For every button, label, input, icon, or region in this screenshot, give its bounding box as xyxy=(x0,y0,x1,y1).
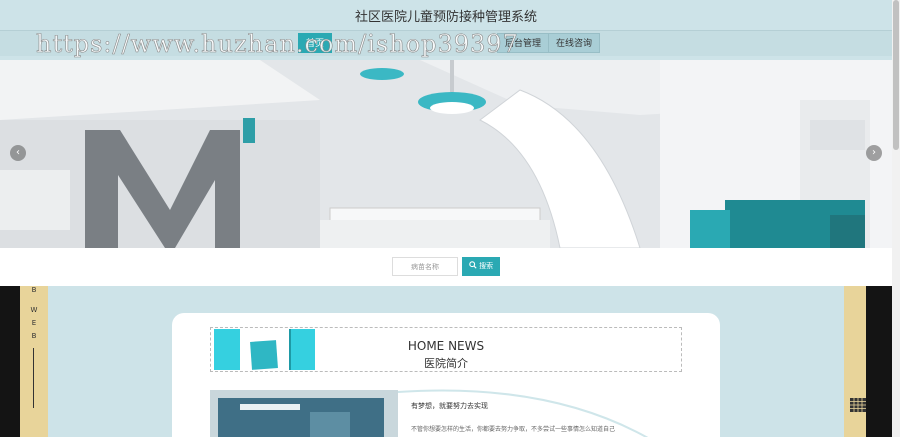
news-title: HOME NEWS xyxy=(407,339,485,353)
grid-icon xyxy=(850,398,866,412)
nav-item-consult[interactable]: 在线咨询 xyxy=(548,33,601,53)
chevron-left-icon: ‹ xyxy=(16,147,20,158)
search-button-label: 搜索 xyxy=(479,262,494,270)
side-letter: E xyxy=(31,319,37,327)
side-letter: B xyxy=(31,286,37,294)
side-letter: W xyxy=(30,306,38,314)
intro-heading: 有梦想，就要努力去实现 xyxy=(411,402,488,410)
site-title: 社区医院儿童预防接种管理系统 xyxy=(354,10,537,25)
search-icon xyxy=(469,261,477,269)
banner-carousel[interactable]: ‹ › xyxy=(0,60,892,248)
page: 社区医院儿童预防接种管理系统 首页 后台管理 在线咨询 https://www.… xyxy=(0,0,900,437)
nav-bar: 首页 后台管理 在线咨询 xyxy=(0,30,892,56)
banner-image xyxy=(0,60,892,248)
banner-next-button[interactable]: › xyxy=(866,145,882,161)
chevron-right-icon: › xyxy=(872,147,876,158)
search-button[interactable]: 搜索 xyxy=(462,257,500,276)
scrollbar-thumb[interactable] xyxy=(893,0,899,150)
banner-prev-button[interactable]: ‹ xyxy=(10,145,26,161)
intro-image xyxy=(210,390,398,437)
intro-text: 不管你想要怎样的生活，你都要去努力争取，不多尝试一些事情怎么知道自己 xyxy=(411,426,616,433)
nav-item-home[interactable]: 首页 xyxy=(298,33,333,53)
search-input[interactable] xyxy=(392,257,458,276)
news-subtitle: 医院简介 xyxy=(424,357,468,370)
nav-item-admin[interactable]: 后台管理 xyxy=(497,33,550,53)
scrollbar[interactable] xyxy=(892,0,900,437)
intro-photo xyxy=(210,390,398,437)
search-bar: 搜索 xyxy=(0,248,892,286)
